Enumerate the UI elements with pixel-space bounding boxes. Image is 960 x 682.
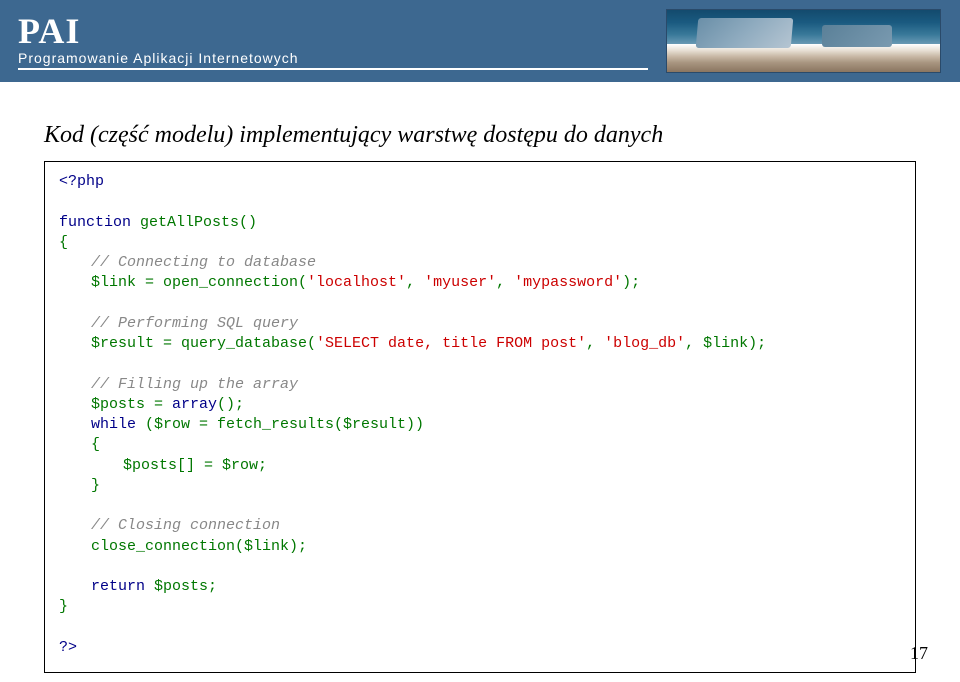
code-return-val: $posts; — [145, 578, 217, 595]
code-kw-return: return — [91, 578, 145, 595]
code-link-assign: $link = open_connection( — [91, 274, 307, 291]
code-brace-close: } — [59, 598, 68, 615]
code-kw-array: array — [172, 396, 217, 413]
code-str-blogdb: 'blog_db' — [604, 335, 685, 352]
header-title: PAI — [18, 10, 299, 52]
code-while-cond: ($row = fetch_results($result)) — [136, 416, 424, 433]
code-str-localhost: 'localhost' — [307, 274, 406, 291]
code-kw-function: function — [59, 214, 131, 231]
code-result-assign: $result = query_database( — [91, 335, 316, 352]
code-str-select: 'SELECT date, title FROM post' — [316, 335, 586, 352]
code-fn-name: getAllPosts() — [131, 214, 257, 231]
code-php-close: ?> — [59, 639, 77, 656]
code-posts-push: $posts[] = $row; — [123, 457, 267, 474]
header-underline — [18, 68, 648, 70]
code-comment-query: // Performing SQL query — [91, 315, 298, 332]
header-subtitle: Programowanie Aplikacji Internetowych — [18, 50, 299, 66]
code-str-mypassword: 'mypassword' — [514, 274, 622, 291]
header-banner: PAI Programowanie Aplikacji Internetowyc… — [0, 0, 960, 82]
code-comment-closing: // Closing connection — [91, 517, 280, 534]
slide-content: Kod (część modelu) implementujący warstw… — [0, 82, 960, 673]
code-str-myuser: 'myuser' — [424, 274, 496, 291]
code-close-conn: close_connection($link); — [91, 538, 307, 555]
code-posts-assign: $posts = — [91, 396, 172, 413]
code-comment-connect: // Connecting to database — [91, 254, 316, 271]
slide-title: Kod (część modelu) implementujący warstw… — [44, 122, 916, 149]
page-number: 17 — [910, 643, 928, 664]
header-text-block: PAI Programowanie Aplikacji Internetowyc… — [18, 10, 299, 66]
code-brace-open: { — [59, 234, 68, 251]
code-while-brace-close: } — [91, 477, 100, 494]
code-comment-filling: // Filling up the array — [91, 376, 298, 393]
code-kw-while: while — [91, 416, 136, 433]
header-photo — [666, 9, 941, 73]
code-while-brace-open: { — [91, 436, 100, 453]
code-box: <?php function getAllPosts() { // Connec… — [44, 161, 916, 673]
code-php-open: <?php — [59, 173, 104, 190]
